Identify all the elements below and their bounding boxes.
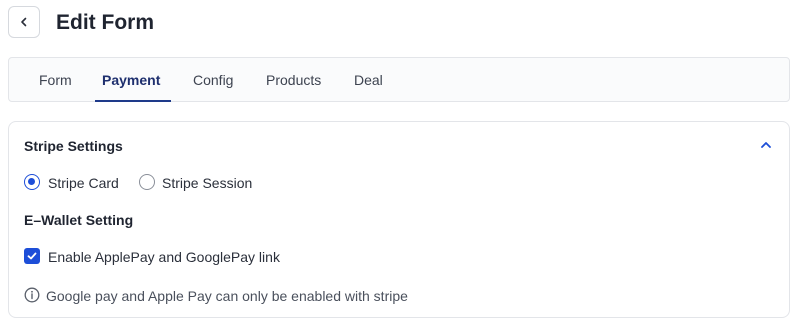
tab-payment[interactable]: Payment — [102, 58, 160, 102]
stripe-session-radio[interactable] — [139, 174, 155, 190]
tab-config[interactable]: Config — [193, 58, 233, 102]
stripe-settings-heading: Stripe Settings — [24, 138, 123, 154]
active-tab-indicator — [95, 100, 171, 102]
tab-bar: Form Payment Config Products Deal — [8, 57, 790, 102]
ewallet-setting-heading: E–Wallet Setting — [24, 212, 134, 228]
stripe-card-label[interactable]: Stripe Card — [48, 175, 119, 191]
enable-wallet-label[interactable]: Enable ApplePay and GooglePay link — [48, 249, 280, 265]
info-icon — [24, 287, 40, 303]
chevron-up-icon[interactable] — [759, 138, 773, 152]
payment-settings-card: Stripe Settings Stripe Card Stripe Sessi… — [8, 121, 790, 318]
enable-wallet-checkbox[interactable] — [24, 248, 40, 264]
wallet-info-text: Google pay and Apple Pay can only be ena… — [46, 288, 408, 304]
tab-form[interactable]: Form — [39, 58, 72, 102]
checkmark-icon — [27, 252, 37, 260]
chevron-left-icon — [21, 17, 27, 27]
tab-products[interactable]: Products — [266, 58, 321, 102]
stripe-session-label[interactable]: Stripe Session — [162, 175, 252, 191]
back-button[interactable] — [8, 6, 40, 38]
page-title: Edit Form — [56, 11, 154, 34]
tab-deal[interactable]: Deal — [354, 58, 383, 102]
stripe-card-radio[interactable] — [24, 174, 40, 190]
